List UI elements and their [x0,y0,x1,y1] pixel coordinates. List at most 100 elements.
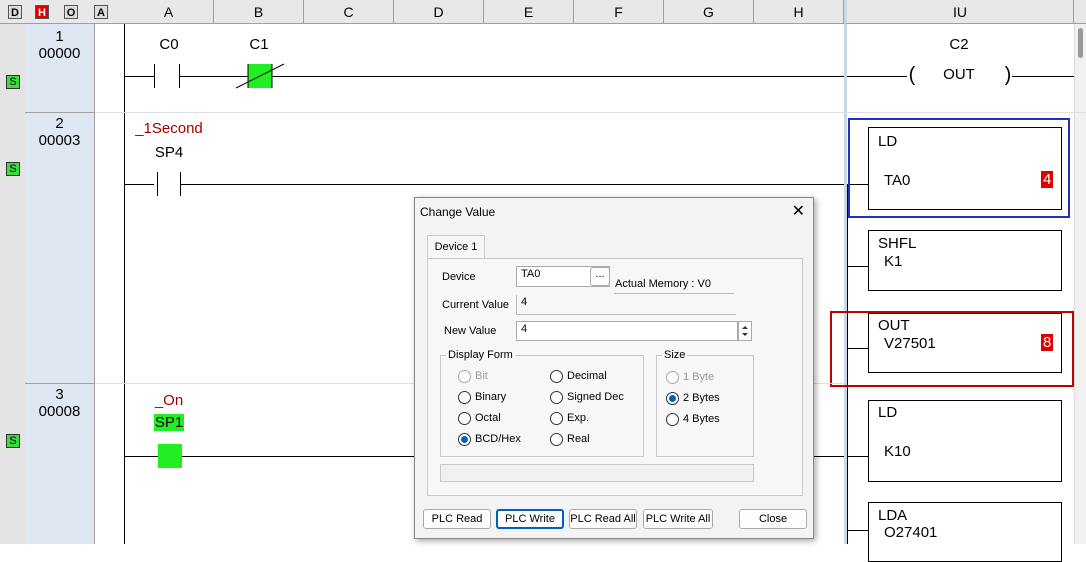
radio-signed-dec[interactable]: Signed Dec [550,391,624,404]
instruction-arg: V27501 [884,335,936,352]
instruction-op: LDA [878,507,908,524]
instruction-op: OUT [878,317,910,334]
instruction-op: LD [878,404,898,421]
instruction-arg: TA0 [884,172,911,189]
rung-number-cell[interactable]: 2 00003 [25,113,95,384]
value-badge: 8 [1041,334,1054,351]
rung-wire [124,184,154,185]
radio-4-bytes[interactable]: 4 Bytes [666,413,720,426]
contact-label: C1 [249,36,269,53]
instruction-arg: K10 [884,443,911,460]
instruction-op: SHFL [878,235,917,252]
radio-decimal[interactable]: Decimal [550,370,607,383]
rung-wire [847,266,868,267]
rung-address: 00000 [38,45,81,62]
column-header-c[interactable]: C [304,0,394,24]
scrollbar-thumb[interactable] [1078,28,1083,58]
current-value-label: Current Value [442,299,510,311]
rung-wire [847,76,907,77]
new-value-spinner[interactable] [738,321,752,341]
size-label: Size [662,349,688,361]
vertical-scrollbar[interactable] [1074,24,1086,544]
instruction-box-out[interactable]: OUT V27501 8 [868,313,1062,373]
left-power-rail [124,24,125,544]
instruction-arg: K1 [884,253,903,270]
change-value-dialog: Change Value ✕ Device 1 Device TA0 ... A… [414,197,814,539]
radio-1-byte: 1 Byte [666,371,714,384]
instruction-box-ld[interactable]: LD TA0 4 [868,127,1062,210]
contact-label-active: SP1 [154,414,184,431]
plc-write-all-button[interactable]: PLC Write All [643,509,713,529]
plc-write-button[interactable]: PLC Write [496,509,564,529]
column-header-h[interactable]: H [754,0,844,24]
view-a-button[interactable]: A [94,5,108,19]
rung-address: 00008 [38,403,81,420]
column-header-d[interactable]: D [394,0,484,24]
rung-number-cell[interactable]: 1 00000 [25,24,95,113]
rung-wire [272,76,844,77]
instruction-box-shfl[interactable]: SHFL K1 [868,230,1062,291]
radio-binary[interactable]: Binary [458,391,506,404]
close-icon[interactable]: ✕ [792,201,805,221]
device-panel: Device TA0 ... Actual Memory : V0 Curren… [427,258,803,496]
contact-label: C0 [159,36,179,53]
radio-real[interactable]: Real [550,433,590,446]
rung-wire [847,456,868,457]
column-header-g[interactable]: G [664,0,754,24]
radio-2-bytes[interactable]: 2 Bytes [666,392,720,405]
coil-c2[interactable] [900,62,1020,92]
value-badge: 4 [1041,171,1054,188]
radio-bit: Bit [458,370,488,383]
column-header-e[interactable]: E [484,0,574,24]
view-o-button[interactable]: O [64,5,78,19]
contact-nickname: _On [154,392,184,409]
browse-device-button[interactable]: ... [590,267,610,286]
radio-octal[interactable]: Octal [458,412,501,425]
close-button[interactable]: Close [739,509,807,529]
rung-address: 00003 [38,132,81,149]
column-header-f[interactable]: F [574,0,664,24]
status-badge: S [6,434,20,448]
contact-sp1-closed[interactable] [158,444,182,468]
status-gutter [0,24,26,544]
rung-wire [1012,76,1074,77]
rung-separator [95,112,1086,113]
current-value-display: 4 [516,295,736,315]
column-header-b[interactable]: B [214,0,304,24]
status-badge: S [6,162,20,176]
status-bar [440,464,754,482]
plc-read-button[interactable]: PLC Read [423,509,491,529]
rung-number: 1 [55,28,64,45]
column-header-iu[interactable]: IU [844,0,1074,24]
instruction-box-ld[interactable]: LD K10 [868,400,1062,482]
rung-number: 3 [55,386,64,403]
display-form-label: Display Form [446,349,515,361]
device-label: Device [442,271,476,283]
rung-number-cell[interactable]: 3 00008 [25,384,95,544]
plc-read-all-button[interactable]: PLC Read All [569,509,637,529]
contact-label: SP4 [154,144,184,161]
divider [614,293,734,294]
instruction-box-lda[interactable]: LDA O27401 [868,502,1062,562]
radio-bcd-hex[interactable]: BCD/Hex [458,433,521,446]
rung-number: 2 [55,115,64,132]
instruction-op: LD [878,133,898,150]
radio-exp[interactable]: Exp. [550,412,589,425]
new-value-input[interactable]: 4 [516,321,738,341]
status-badge: S [6,75,20,89]
contact-nickname: _1Second [135,120,203,137]
spin-arrows-icon [742,326,748,336]
rung-wire [124,456,158,457]
rung-wire [180,184,844,185]
actual-memory-text: Actual Memory : V0 [615,278,711,290]
coil-label: C2 [949,36,969,53]
rung-wire [847,530,868,531]
new-value-label: New Value [444,325,497,337]
tab-device-1[interactable]: Device 1 [427,235,485,259]
dialog-title: Change Value [420,205,496,219]
column-header-a[interactable]: A [124,0,214,24]
rung-wire [847,348,868,349]
instruction-arg: O27401 [884,524,938,541]
view-d-button[interactable]: D [8,5,22,19]
view-h-button[interactable]: H [35,5,49,19]
